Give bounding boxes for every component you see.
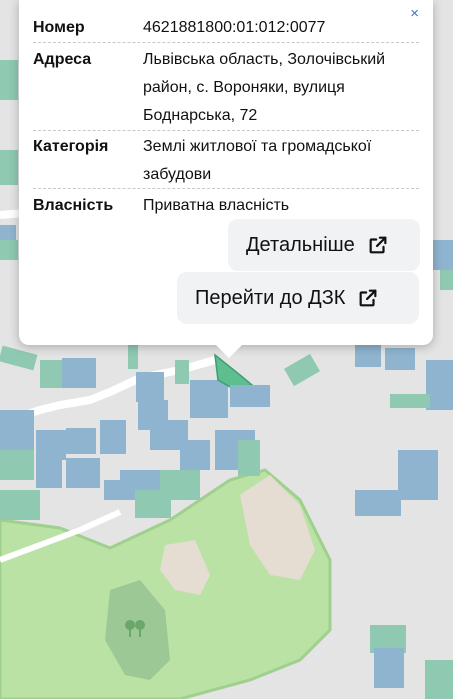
divider — [33, 188, 419, 189]
category-value: Землі житлової та громадської забудови — [143, 138, 372, 183]
details-button-label: Детальніше — [246, 233, 355, 256]
address-value: Львівська область, Золочівський район, с… — [143, 51, 386, 124]
number-value: 4621881800:01:012:0077 — [143, 19, 326, 36]
ownership-value: Приватна власність — [143, 197, 290, 214]
category-label: Категорія — [33, 138, 109, 155]
address-label: Адреса — [33, 51, 92, 68]
external-link-icon — [360, 289, 377, 307]
divider — [33, 130, 419, 131]
parcel-info-popup: × Номер 4621881800:01:012:0077 Адреса Ль… — [19, 0, 433, 358]
open-dzk-button[interactable]: Перейти до ДЗК — [177, 272, 419, 324]
open-dzk-button-label: Перейти до ДЗК — [195, 286, 346, 309]
number-label: Номер — [33, 19, 85, 36]
external-link-icon — [369, 236, 387, 254]
details-button[interactable]: Детальніше — [228, 219, 420, 271]
ownership-label: Власність — [33, 197, 114, 214]
divider — [33, 42, 419, 43]
